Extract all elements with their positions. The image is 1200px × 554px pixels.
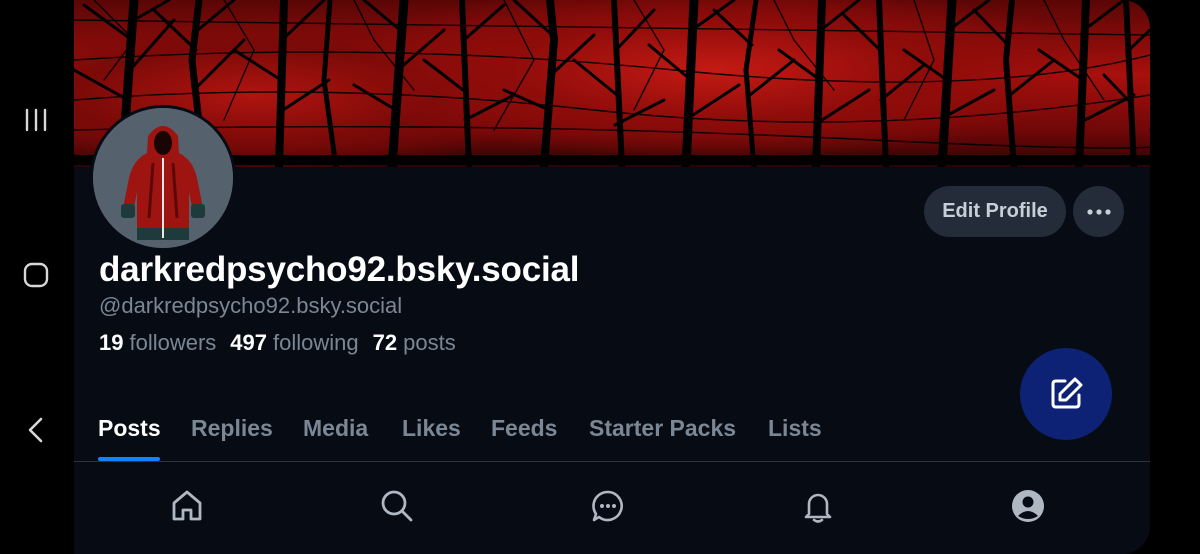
profile-icon [1012,490,1044,522]
bottom-navigation [74,462,1150,554]
profile-stats: 19 followers 497 following 72 posts [99,330,456,356]
followers-link[interactable]: 19 followers [99,330,216,356]
bell-icon [804,493,832,523]
chat-icon [592,490,623,522]
profile-tabs: Posts Replies Media Likes Feeds Starter … [74,405,1150,462]
tab-feeds[interactable]: Feeds [491,415,557,442]
nav-chat-button[interactable] [583,481,633,531]
posts-label: posts [403,330,456,355]
compose-post-button[interactable] [1020,348,1112,440]
following-link[interactable]: 497 following [230,330,358,356]
search-icon [381,490,413,522]
posts-count: 72 [372,330,398,355]
profile-avatar[interactable] [90,105,236,251]
posts-stat: 72 posts [373,330,456,356]
avatar-image [93,108,233,248]
nav-home-button[interactable] [162,481,212,531]
nav-search-button[interactable] [372,481,422,531]
tab-likes[interactable]: Likes [402,415,461,442]
active-tab-indicator [98,457,160,461]
compose-icon [1051,377,1083,409]
system-navigation-bar [0,0,74,554]
edit-profile-button[interactable]: Edit Profile [924,186,1066,237]
followers-label: followers [129,330,217,355]
tab-media[interactable]: Media [303,415,368,442]
tab-lists[interactable]: Lists [768,415,822,442]
following-count: 497 [230,330,268,355]
following-label: following [273,330,359,355]
nav-notifications-button[interactable] [793,481,843,531]
home-icon [172,490,202,521]
tab-replies[interactable]: Replies [191,415,273,442]
home-square-icon[interactable] [14,253,58,297]
recents-icon[interactable] [14,98,58,142]
nav-profile-button[interactable] [1003,481,1053,531]
profile-display-name: darkredpsycho92.bsky.social [99,250,580,289]
more-options-button[interactable] [1073,186,1124,237]
profile-banner[interactable] [74,0,1150,167]
followers-count: 19 [99,330,124,355]
tab-posts[interactable]: Posts [98,415,161,442]
ellipsis-icon [1086,208,1111,215]
back-icon[interactable] [14,408,58,452]
profile-screen: Edit Profile darkredpsycho92.bsky.social… [74,0,1150,554]
banner-trees-image [74,0,1150,167]
tab-starter-packs[interactable]: Starter Packs [589,415,736,442]
profile-handle: @darkredpsycho92.bsky.social [99,293,403,318]
